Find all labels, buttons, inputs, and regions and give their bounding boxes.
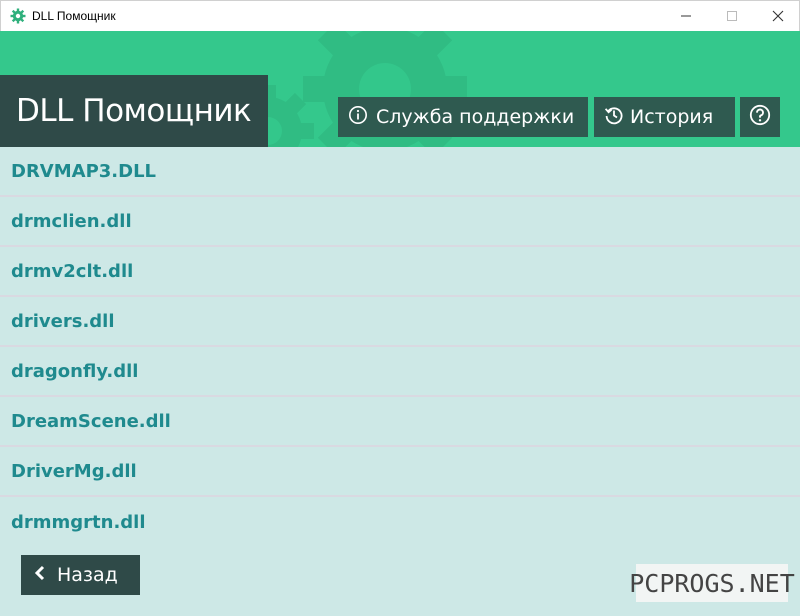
- list-item[interactable]: DriverMg.dll: [0, 447, 800, 497]
- history-icon: [604, 105, 624, 130]
- info-icon: [348, 105, 368, 130]
- app-header: DLL Помощник Служба поддержки История: [0, 31, 800, 147]
- close-icon: [772, 7, 784, 26]
- back-button-label: Назад: [57, 564, 118, 586]
- support-button-label: Служба поддержки: [376, 106, 575, 128]
- minimize-icon: [680, 7, 692, 26]
- window-titlebar: DLL Помощник: [0, 0, 800, 31]
- window-title: DLL Помощник: [32, 9, 116, 23]
- list-item[interactable]: drmclien.dll: [0, 197, 800, 247]
- back-button[interactable]: Назад: [21, 555, 140, 595]
- app-title-panel: DLL Помощник: [0, 75, 268, 147]
- help-button[interactable]: [740, 97, 780, 137]
- list-item[interactable]: drmmgrtn.dll: [0, 497, 800, 547]
- maximize-icon: [726, 7, 738, 26]
- list-item[interactable]: drmv2clt.dll: [0, 247, 800, 297]
- history-button-label: История: [630, 106, 714, 128]
- dll-list: DRVMAP3.DLL drmclien.dll drmv2clt.dll dr…: [0, 147, 800, 547]
- chevron-left-icon: [33, 564, 47, 586]
- close-button[interactable]: [755, 1, 800, 32]
- list-item[interactable]: dragonfly.dll: [0, 347, 800, 397]
- list-item[interactable]: DRVMAP3.DLL: [0, 147, 800, 197]
- maximize-button[interactable]: [709, 1, 755, 32]
- list-item[interactable]: DreamScene.dll: [0, 397, 800, 447]
- minimize-button[interactable]: [663, 1, 709, 32]
- question-icon: [749, 104, 771, 131]
- history-button[interactable]: История: [594, 97, 735, 137]
- gear-icon: [10, 8, 26, 24]
- watermark: PCPROGS.NET: [629, 564, 795, 602]
- app-title: DLL Помощник: [16, 93, 252, 129]
- list-item[interactable]: drivers.dll: [0, 297, 800, 347]
- support-button[interactable]: Служба поддержки: [338, 97, 588, 137]
